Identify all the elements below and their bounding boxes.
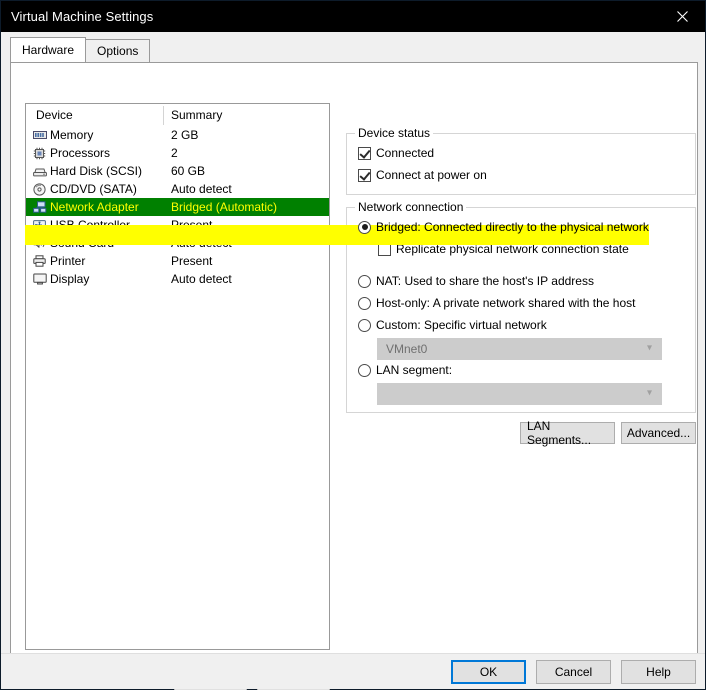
- device-summary-label: Auto detect: [171, 272, 232, 286]
- device-status-group: Device status Connected Connect at power…: [346, 126, 696, 195]
- host-only-label: Host-only: A private network shared with…: [376, 296, 636, 310]
- host-only-radio[interactable]: [358, 296, 371, 310]
- device-summary-label: Present: [171, 218, 213, 232]
- column-header-summary: Summary: [171, 108, 223, 122]
- tab-strip: Hardware Options: [10, 37, 151, 62]
- tab-hardware-label: Hardware: [22, 43, 75, 57]
- device-row-memory[interactable]: Memory 2 GB: [26, 126, 329, 144]
- footer-buttons: OK Cancel Help: [451, 660, 696, 684]
- device-row-display[interactable]: Display Auto detect: [26, 270, 329, 288]
- device-summary-label: Auto detect: [171, 236, 232, 250]
- network-action-buttons: LAN Segments... Advanced...: [520, 419, 696, 447]
- device-summary-label: Present: [171, 254, 213, 268]
- device-status-legend: Device status: [355, 126, 434, 140]
- window-title: Virtual Machine Settings: [11, 9, 154, 24]
- tab-options[interactable]: Options: [85, 39, 151, 62]
- device-row-cd-dvd[interactable]: CD/DVD (SATA) Auto detect: [26, 180, 329, 198]
- custom-label: Custom: Specific virtual network: [376, 318, 547, 332]
- chevron-down-icon: ▾: [646, 387, 652, 399]
- virtual-machine-settings-window: Virtual Machine Settings Hardware Option…: [0, 0, 706, 690]
- display-icon: [32, 272, 47, 286]
- device-row-usb-controller[interactable]: USB Controller Present: [26, 216, 329, 234]
- sound-icon: [32, 236, 47, 250]
- lan-segment-combobox[interactable]: ▾: [377, 383, 662, 405]
- custom-radio[interactable]: [358, 318, 371, 332]
- nat-label: NAT: Used to share the host's IP address: [376, 274, 594, 288]
- connected-label: Connected: [376, 146, 435, 160]
- chevron-down-icon: ▾: [646, 342, 652, 354]
- radio-row-lan-segment[interactable]: LAN segment:: [358, 363, 452, 377]
- cddvd-icon: [32, 182, 47, 196]
- radio-row-custom[interactable]: Custom: Specific virtual network: [358, 318, 547, 332]
- harddisk-icon: [32, 164, 47, 178]
- device-name-label: Sound Card: [50, 236, 115, 250]
- ok-button[interactable]: OK: [451, 660, 526, 684]
- hardware-tab-page: Device Summary Memory 2 GB Processors 2 …: [10, 62, 698, 690]
- device-name-label: Processors: [50, 146, 111, 160]
- device-name-label: CD/DVD (SATA): [50, 182, 137, 196]
- device-list[interactable]: Device Summary Memory 2 GB Processors 2 …: [25, 103, 330, 650]
- tab-hardware[interactable]: Hardware: [10, 37, 87, 62]
- bridged-label: Bridged: Connected directly to the physi…: [376, 220, 649, 234]
- connect-at-power-on-label: Connect at power on: [376, 168, 487, 182]
- device-row-processors[interactable]: Processors 2: [26, 144, 329, 162]
- column-divider: [163, 106, 164, 125]
- memory-icon: [32, 128, 47, 142]
- device-summary-label: Auto detect: [171, 182, 232, 196]
- replicate-checkbox[interactable]: [378, 242, 391, 256]
- lan-segment-radio[interactable]: [358, 363, 371, 377]
- device-name-label: Memory: [50, 128, 94, 142]
- connect-at-power-on-checkbox[interactable]: [358, 168, 371, 182]
- network-connection-legend: Network connection: [355, 200, 467, 214]
- device-name-label: Network Adapter: [50, 200, 139, 214]
- device-list-header: Device Summary: [26, 104, 329, 126]
- cpu-icon: [32, 146, 47, 160]
- custom-network-value: VMnet0: [386, 342, 428, 356]
- radio-row-host-only[interactable]: Host-only: A private network shared with…: [358, 296, 635, 310]
- device-summary-label: 2 GB: [171, 128, 199, 142]
- custom-network-combobox[interactable]: VMnet0 ▾: [377, 338, 662, 360]
- radio-row-bridged[interactable]: Bridged: Connected directly to the physi…: [358, 220, 706, 234]
- cancel-button[interactable]: Cancel: [536, 660, 611, 684]
- device-name-label: Hard Disk (SCSI): [50, 164, 143, 178]
- printer-icon: [32, 254, 47, 268]
- radio-row-nat[interactable]: NAT: Used to share the host's IP address: [358, 274, 594, 288]
- device-name-label: Display: [50, 272, 90, 286]
- lan-segments-button[interactable]: LAN Segments...: [520, 419, 615, 447]
- client-area: Hardware Options Device Summary Memory 2…: [1, 32, 705, 690]
- device-summary-label: Bridged (Automatic): [171, 200, 278, 214]
- connected-checkbox-row[interactable]: Connected: [358, 146, 434, 160]
- title-bar: Virtual Machine Settings: [1, 1, 705, 32]
- connect-at-power-on-checkbox-row[interactable]: Connect at power on: [358, 168, 487, 182]
- device-row-printer[interactable]: Printer Present: [26, 252, 329, 270]
- device-summary-label: 60 GB: [171, 164, 206, 178]
- device-name-label: Printer: [50, 254, 86, 268]
- tab-options-label: Options: [97, 44, 139, 58]
- connected-checkbox[interactable]: [358, 146, 371, 160]
- usb-icon: [32, 218, 47, 232]
- device-name-label: USB Controller: [50, 218, 131, 232]
- close-icon[interactable]: [659, 1, 705, 32]
- device-row-sound-card[interactable]: Sound Card Auto detect: [26, 234, 329, 252]
- dialog-footer: OK Cancel Help: [1, 653, 705, 689]
- nat-radio[interactable]: [358, 274, 371, 288]
- help-button[interactable]: Help: [621, 660, 696, 684]
- column-header-device: Device: [36, 108, 73, 122]
- bridged-radio[interactable]: [358, 220, 371, 234]
- lan-segment-label: LAN segment:: [376, 363, 453, 377]
- network-icon: [32, 200, 47, 214]
- device-row-hard-disk[interactable]: Hard Disk (SCSI) 60 GB: [26, 162, 329, 180]
- network-connection-group: Network connection Bridged: Connected di…: [346, 200, 696, 413]
- replicate-label: Replicate physical network connection st…: [396, 242, 629, 256]
- device-summary-label: 2: [171, 146, 178, 160]
- device-row-network-adapter[interactable]: Network Adapter Bridged (Automatic): [26, 198, 329, 216]
- replicate-checkbox-row[interactable]: Replicate physical network connection st…: [378, 242, 629, 256]
- advanced-button[interactable]: Advanced...: [621, 422, 696, 444]
